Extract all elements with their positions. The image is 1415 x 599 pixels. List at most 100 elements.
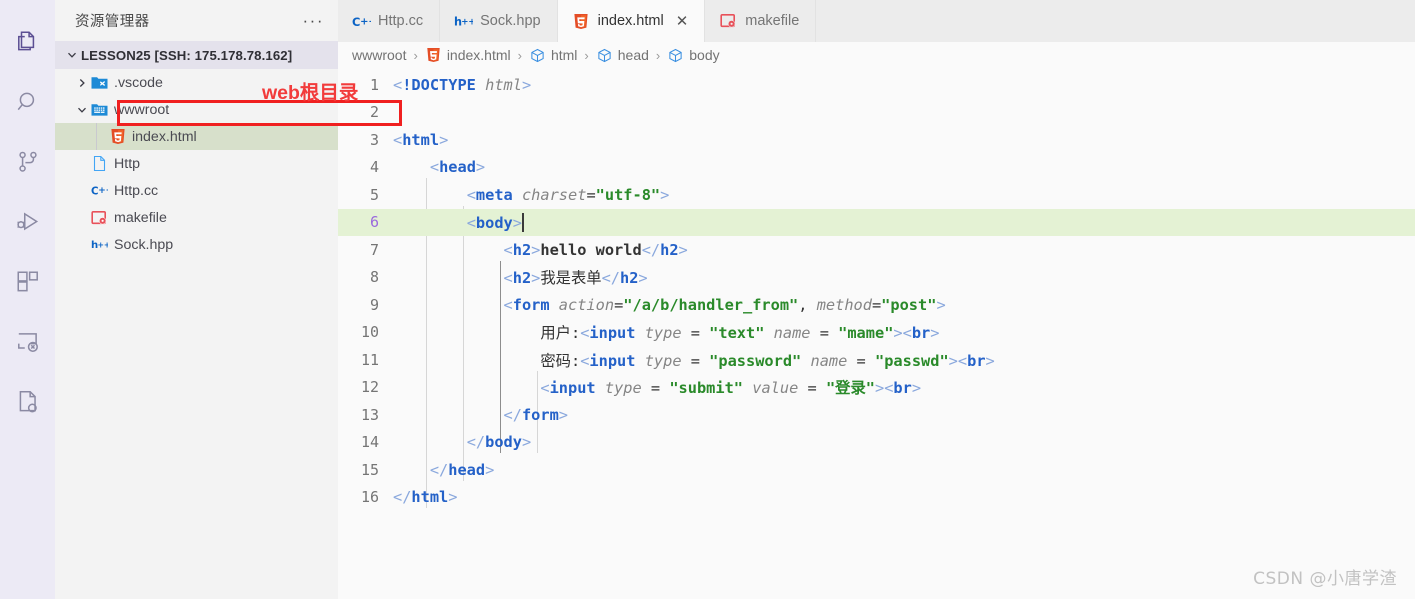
code-line-text: <h2>hello world</h2> — [393, 241, 1415, 259]
extensions-icon[interactable] — [0, 252, 55, 312]
tree-item-label: .vscode — [114, 74, 163, 91]
html5-icon — [109, 128, 126, 145]
makefile-icon — [91, 209, 108, 226]
breadcrumb-item-index-html[interactable]: index.html — [425, 47, 511, 63]
token-cjk: 密码 — [540, 351, 571, 370]
token-punc: > — [439, 130, 449, 149]
tab-index-html[interactable]: index.html ✕ — [557, 0, 706, 42]
sidebar-title: 资源管理器 — [75, 14, 150, 30]
search-icon[interactable] — [0, 72, 55, 132]
code-line[interactable]: 9 <form action="/a/b/handler_from", meth… — [338, 291, 1415, 319]
token-tag: body — [485, 433, 522, 452]
tab-http-cc[interactable]: C ++ Http.cc — [338, 0, 441, 42]
code-line[interactable]: 1 <!DOCTYPE html> — [338, 71, 1415, 99]
chevron-right-icon — [73, 77, 91, 89]
token-eq: , — [798, 295, 817, 314]
token-cjk: 我是表单 — [540, 269, 602, 288]
breadcrumb-label: index.html — [446, 47, 511, 63]
token-eq: : — [570, 351, 581, 370]
tab-label: makefile — [745, 13, 800, 29]
cpp-icon: C ++ — [91, 182, 108, 199]
code-line[interactable]: 12 <input type = "submit" value = "登录"><… — [338, 374, 1415, 402]
code-line[interactable]: 6 <body> — [338, 208, 1415, 236]
tree-item-makefile[interactable]: makefile — [55, 204, 338, 231]
code-line[interactable]: 4 <head> — [338, 154, 1415, 182]
more-actions-icon[interactable]: ··· — [303, 12, 324, 29]
close-icon[interactable]: ✕ — [676, 14, 689, 29]
tab-sock-hpp[interactable]: h ++ Sock.hpp — [440, 0, 558, 42]
token-eq: = — [586, 185, 596, 204]
source-control-icon[interactable] — [0, 132, 55, 192]
token-punc: < — [503, 240, 513, 259]
code-line-text: </body> — [393, 433, 1415, 451]
code-line[interactable]: 16 </html> — [338, 484, 1415, 512]
token-attr: value — [752, 379, 799, 398]
code-line-text: </form> — [393, 406, 1415, 424]
code-line[interactable]: 14 </body> — [338, 429, 1415, 457]
code-line-text: </head> — [393, 461, 1415, 479]
code-line-text: <body> — [393, 212, 1415, 232]
run-debug-icon[interactable] — [0, 192, 55, 252]
symbol-cube-icon — [596, 48, 613, 63]
token-punc: </ — [601, 269, 620, 288]
token-punc: < — [393, 75, 403, 94]
tree-item-label: Sock.hpp — [114, 236, 174, 253]
editor-area: C ++ Http.cc h ++ Sock.hpp — [338, 0, 1415, 599]
tree-item-index-html[interactable]: index.html — [55, 123, 338, 150]
symbol-cube-icon — [529, 48, 546, 63]
code-line-text: <input type = "submit" value = "登录"><br> — [393, 376, 1415, 398]
code-line[interactable]: 15 </head> — [338, 456, 1415, 484]
line-number: 6 — [369, 213, 379, 232]
code-editor[interactable]: 1 <!DOCTYPE html> 2 3 <html> 4 <head> 5 <meta … — [338, 68, 1415, 599]
tree-item-http-cc[interactable]: C ++ Http.cc — [55, 177, 338, 204]
vscode-folder-icon — [91, 74, 108, 91]
breadcrumb-item-wwwroot[interactable]: wwwroot — [352, 47, 406, 63]
remote-explorer-icon[interactable] — [0, 312, 55, 372]
line-number: 15 — [360, 460, 379, 479]
breadcrumb-item-body[interactable]: body — [667, 47, 720, 63]
line-number: 4 — [369, 158, 379, 177]
breadcrumb-item-head[interactable]: head — [596, 47, 649, 63]
token-attr: type — [604, 379, 642, 398]
tree-item-http[interactable]: Http — [55, 150, 338, 177]
workspace-root-row[interactable]: LESSON25 [SSH: 175.178.78.162] — [55, 41, 338, 69]
code-line[interactable]: 2 — [338, 99, 1415, 127]
token-punc: < — [429, 158, 440, 177]
code-line-text: <head> — [393, 158, 1415, 176]
code-line[interactable]: 7 <h2>hello world</h2> — [338, 236, 1415, 264]
cpp-tools-icon[interactable] — [0, 372, 55, 432]
tree-item-sock-hpp[interactable]: h ++ Sock.hpp — [55, 231, 338, 258]
explorer-icon[interactable] — [0, 12, 55, 72]
code-line-text: <h2>我是表单</h2> — [393, 266, 1415, 288]
code-line[interactable]: 5 <meta charset="utf-8"> — [338, 181, 1415, 209]
line-number: 7 — [369, 240, 379, 259]
code-line[interactable]: 10 用户: < input type = "text" name = "mame"… — [338, 319, 1415, 347]
token-punc: </ — [641, 240, 661, 259]
token-punc: > — [893, 324, 903, 343]
token-punc: > — [521, 75, 532, 94]
token-punc: < — [540, 379, 550, 398]
svg-text:++: ++ — [360, 16, 371, 27]
code-line[interactable]: 8 <h2>我是表单</h2> — [338, 264, 1415, 292]
tab-label: index.html — [597, 13, 664, 29]
token-eq: : — [570, 324, 581, 343]
token-punc: > — [475, 158, 486, 177]
token-punc: < — [957, 351, 968, 370]
code-line[interactable]: 11 密码: < input type = "password" name = "p… — [338, 346, 1415, 374]
line-number: 10 — [360, 323, 379, 342]
tab-makefile[interactable]: makefile — [705, 0, 817, 42]
token-attr: name — [773, 324, 811, 343]
code-line[interactable]: 13 </form> — [338, 401, 1415, 429]
svg-text:C: C — [91, 186, 98, 197]
breadcrumb-item-html[interactable]: html — [529, 47, 577, 63]
code-line[interactable]: 3 <html> — [338, 126, 1415, 154]
